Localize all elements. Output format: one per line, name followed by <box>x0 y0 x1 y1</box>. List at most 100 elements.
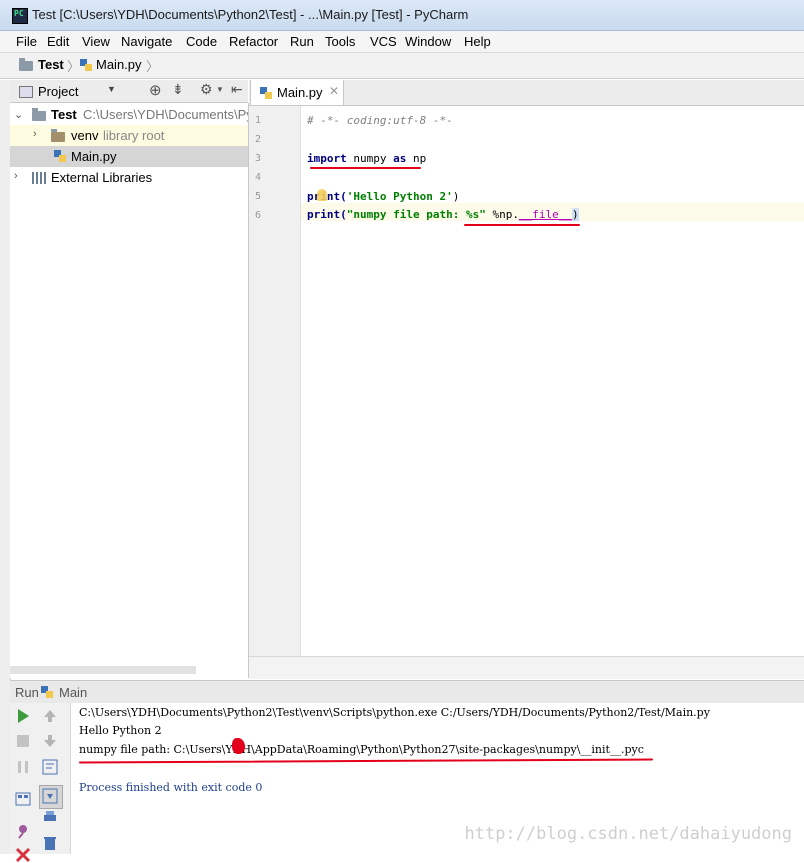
libraries-icon <box>32 172 46 184</box>
code-string: 'Hello Python 2' <box>346 190 453 203</box>
chevron-right-icon[interactable]: › <box>14 170 18 182</box>
tree-row-external-libraries[interactable]: › External Libraries <box>10 167 248 188</box>
python-file-icon <box>41 686 53 698</box>
tab-label: Main.py <box>277 85 323 100</box>
menu-view[interactable]: View <box>82 34 110 49</box>
tree-row-main-py[interactable]: Main.py <box>10 146 248 167</box>
code-keyword: import <box>307 152 347 165</box>
soft-wrap-icon[interactable] <box>42 759 58 775</box>
collapse-all-icon[interactable]: ⇟ <box>172 81 184 98</box>
line-number: 2 <box>255 134 262 145</box>
red-annotation-underline <box>464 224 580 226</box>
chevron-down-icon[interactable]: ⌄ <box>14 108 23 121</box>
tree-external-libraries: External Libraries <box>51 170 153 185</box>
run-icon[interactable] <box>15 708 31 724</box>
tree-root-name: Test <box>51 107 77 122</box>
breadcrumb-project[interactable]: Test <box>38 57 64 72</box>
python-file-icon <box>260 87 272 99</box>
breadcrumb-file[interactable]: Main.py <box>96 57 142 72</box>
project-view-icon <box>19 86 33 98</box>
arrow-up-icon[interactable] <box>42 708 58 724</box>
pin-icon[interactable] <box>15 823 31 839</box>
code-line-1: # -*- coding:utf-8 -*- <box>307 114 453 127</box>
menu-tools[interactable]: Tools <box>325 34 355 49</box>
menu-refactor[interactable]: Refactor <box>229 34 278 49</box>
layout-icon[interactable] <box>15 791 31 807</box>
tree-venv-name: venv <box>71 128 99 143</box>
line-number: 6 <box>255 210 262 221</box>
run-panel-label: Run <box>15 685 39 700</box>
close-icon[interactable]: ✕ <box>329 84 339 98</box>
line-number: 5 <box>255 191 262 202</box>
scroll-to-end-icon <box>42 788 58 804</box>
window-title-bar: PC Test [C:\Users\YDH\Documents\Python2\… <box>0 0 804 31</box>
tab-main-py[interactable]: Main.py ✕ <box>250 80 344 105</box>
trash-icon[interactable] <box>42 835 58 851</box>
menu-navigate[interactable]: Navigate <box>121 34 172 49</box>
red-annotation-underline <box>310 167 421 169</box>
code-module: numpy <box>346 152 394 165</box>
line-number: 1 <box>255 115 262 126</box>
chevron-right-icon[interactable]: › <box>33 128 37 140</box>
window-title: Test [C:\Users\YDH\Documents\Python2\Tes… <box>32 7 469 22</box>
run-panel-header: Run Main <box>10 680 804 704</box>
menu-vcs[interactable]: VCS <box>370 34 397 49</box>
run-config-name[interactable]: Main <box>59 685 87 700</box>
menu-file[interactable]: File <box>16 34 37 49</box>
tree-row-root[interactable]: ⌄ Test C:\Users\YDH\Documents\Py <box>10 104 248 125</box>
console-line: Hello Python 2 <box>79 724 162 737</box>
console-line: C:\Users\YDH\Documents\Python2\Test\venv… <box>79 706 710 719</box>
arrow-down-icon[interactable] <box>42 733 58 749</box>
locate-icon[interactable]: ⊕ <box>149 81 162 99</box>
watermark: http://blog.csdn.net/dahaiyudong <box>464 824 792 844</box>
line-number: 4 <box>255 172 262 183</box>
code-line-5: print('Hello Python 2') <box>307 190 459 203</box>
code-alias: np <box>406 152 427 165</box>
code-comment: # -*- coding:utf-8 -*- <box>307 114 453 127</box>
python-file-icon <box>54 150 66 162</box>
code-operator: %np. <box>485 208 519 221</box>
code-editor[interactable]: # -*- coding:utf-8 -*- import numpy as n… <box>301 106 804 656</box>
print-icon[interactable] <box>42 809 58 825</box>
console-line: numpy file path: C:\Users\YDH\AppData\Ro… <box>79 743 644 756</box>
menu-help[interactable]: Help <box>464 34 491 49</box>
run-toolbar <box>10 703 71 863</box>
project-panel-title[interactable]: Project <box>38 84 78 99</box>
project-panel-header: Project ▼ ⊕ ⇟ ⚙ ▼ ⇤ <box>10 80 248 103</box>
chevron-down-icon[interactable]: ▼ <box>107 84 116 94</box>
line-number: 3 <box>255 153 262 164</box>
project-tree: ⌄ Test C:\Users\YDH\Documents\Py › venv … <box>10 103 249 678</box>
tree-venv-hint: library root <box>103 128 165 143</box>
folder-icon <box>32 108 46 121</box>
gear-icon[interactable]: ⚙ <box>200 81 213 98</box>
close-icon[interactable] <box>15 847 31 863</box>
code-attribute: __file__ <box>518 208 572 221</box>
menu-code[interactable]: Code <box>186 34 217 49</box>
code-string: "numpy file path: %s" <box>346 208 486 221</box>
code-line-3: import numpy as np <box>307 152 426 165</box>
editor-gutter: 1 2 3 4 5 6 <box>249 106 301 656</box>
stop-icon[interactable] <box>15 733 31 749</box>
code-keyword: as <box>393 152 407 165</box>
library-folder-icon <box>51 129 65 142</box>
menu-edit[interactable]: Edit <box>47 34 69 49</box>
tree-row-venv[interactable]: › venv library root <box>10 125 248 146</box>
horizontal-scrollbar[interactable] <box>10 666 196 674</box>
code-paren: ) <box>452 190 460 203</box>
pause-icon[interactable] <box>15 759 31 775</box>
chevron-down-icon[interactable]: ▼ <box>216 85 224 94</box>
code-paren: ) <box>571 208 579 221</box>
pycharm-logo-icon: PC <box>12 8 28 24</box>
editor-horizontal-scrollbar[interactable] <box>249 656 804 679</box>
breadcrumb-separator-icon: 〉 <box>146 59 160 74</box>
tree-file-name: Main.py <box>71 149 117 164</box>
hide-panel-icon[interactable]: ⇤ <box>231 81 243 98</box>
menu-window[interactable]: Window <box>405 34 451 49</box>
lightbulb-icon[interactable] <box>317 189 327 201</box>
folder-icon <box>19 58 33 71</box>
python-file-icon <box>80 59 92 71</box>
tree-root-path: C:\Users\YDH\Documents\Py <box>83 107 248 122</box>
menu-run[interactable]: Run <box>290 34 314 49</box>
code-builtin: print( <box>307 208 347 221</box>
console-line: Process finished with exit code 0 <box>79 781 263 794</box>
